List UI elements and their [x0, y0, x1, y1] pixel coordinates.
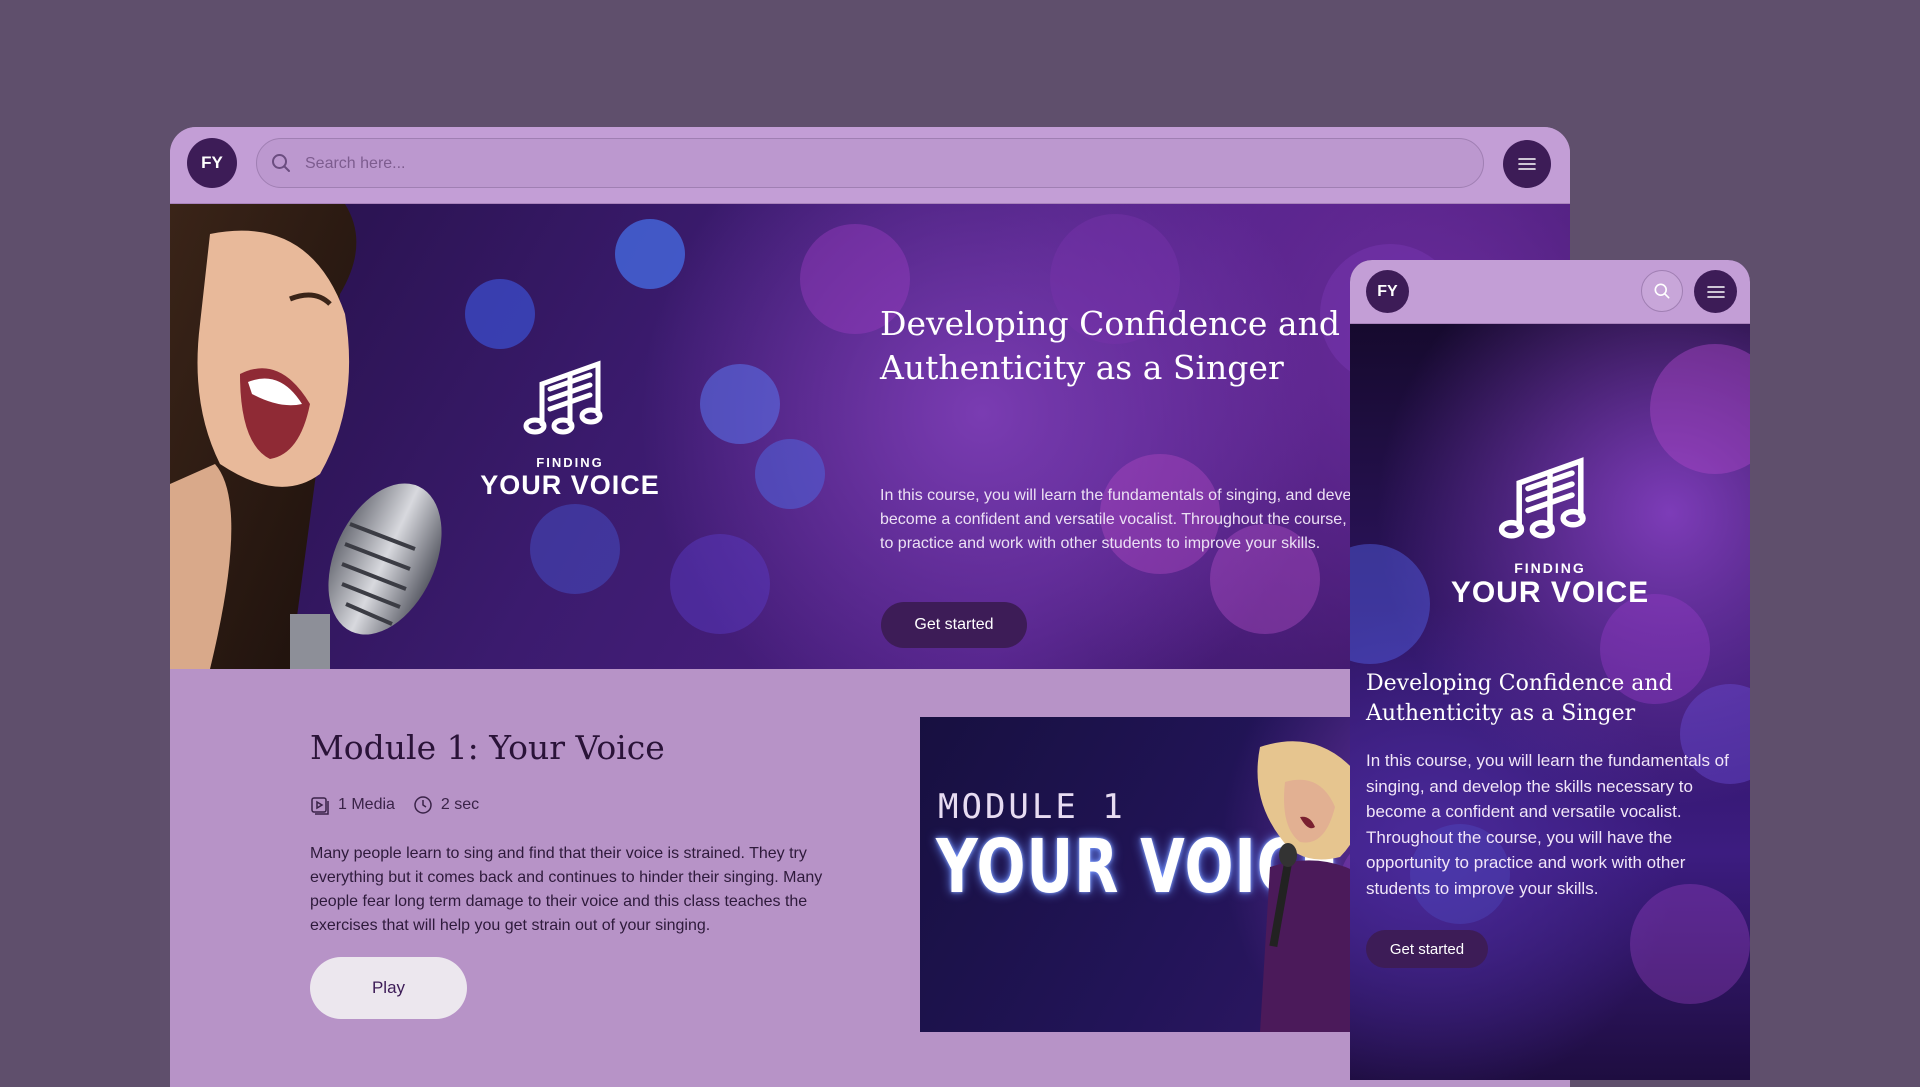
- module-title: Module 1: Your Voice: [310, 728, 665, 767]
- singer-photo: [170, 204, 442, 669]
- bokeh-light: [1630, 884, 1750, 1004]
- music-notes-logo: [523, 360, 603, 435]
- menu-button[interactable]: [1694, 270, 1737, 313]
- module-description: Many people learn to sing and find that …: [310, 845, 823, 934]
- logo-text-bottom: YOUR VOICE: [480, 470, 660, 500]
- brand-avatar[interactable]: FY: [187, 138, 237, 188]
- bokeh-light: [1650, 344, 1750, 474]
- search-bar[interactable]: [256, 138, 1484, 189]
- mobile-preview: FY FINDING YOUR VOICE Developing Confide…: [1350, 260, 1750, 1080]
- brand-avatar[interactable]: FY: [1366, 270, 1409, 313]
- media-icon: [311, 797, 329, 815]
- bokeh-light: [1350, 544, 1430, 664]
- hero-description: In this course, you will learn the funda…: [1366, 751, 1729, 898]
- bokeh-light: [615, 219, 685, 289]
- hero-title: Developing Confidence and Authenticity a…: [880, 304, 1340, 387]
- hero-title: Developing Confidence and Authenticity a…: [1366, 671, 1673, 726]
- bokeh-light: [670, 534, 770, 634]
- bokeh-light: [755, 439, 825, 509]
- logo-text-bottom: YOUR VOICE: [1450, 576, 1650, 609]
- module-meta: 1 Media 2 sec: [310, 795, 479, 815]
- logo-text-top: FINDING: [536, 455, 604, 470]
- media-count: 1 Media: [338, 796, 395, 813]
- get-started-button[interactable]: Get started: [881, 602, 1027, 648]
- bokeh-light: [530, 504, 620, 594]
- hamburger-menu-icon: [1518, 158, 1536, 170]
- course-logo: FINDING YOUR VOICE: [1440, 439, 1660, 610]
- search-icon: [1654, 283, 1670, 299]
- thumbnail-module-label: MODULE 1: [938, 787, 1126, 827]
- music-notes-logo: [1498, 457, 1586, 539]
- mobile-header: FY: [1350, 260, 1750, 324]
- get-started-button[interactable]: Get started: [1366, 930, 1488, 968]
- hamburger-menu-icon: [1706, 285, 1725, 298]
- desktop-header: FY: [170, 127, 1570, 204]
- bokeh-light: [700, 364, 780, 444]
- search-input[interactable]: [303, 139, 1457, 189]
- menu-button[interactable]: [1503, 140, 1551, 188]
- bokeh-light: [465, 279, 535, 349]
- play-button[interactable]: Play: [310, 957, 467, 1019]
- logo-text-top: FINDING: [1514, 560, 1586, 576]
- search-button[interactable]: [1641, 270, 1683, 312]
- mobile-hero: FINDING YOUR VOICE Developing Confidence…: [1350, 324, 1750, 1080]
- module-duration: 2 sec: [440, 796, 480, 813]
- search-icon: [272, 154, 290, 172]
- clock-icon: [414, 796, 432, 814]
- course-logo: FINDING YOUR VOICE: [460, 344, 680, 501]
